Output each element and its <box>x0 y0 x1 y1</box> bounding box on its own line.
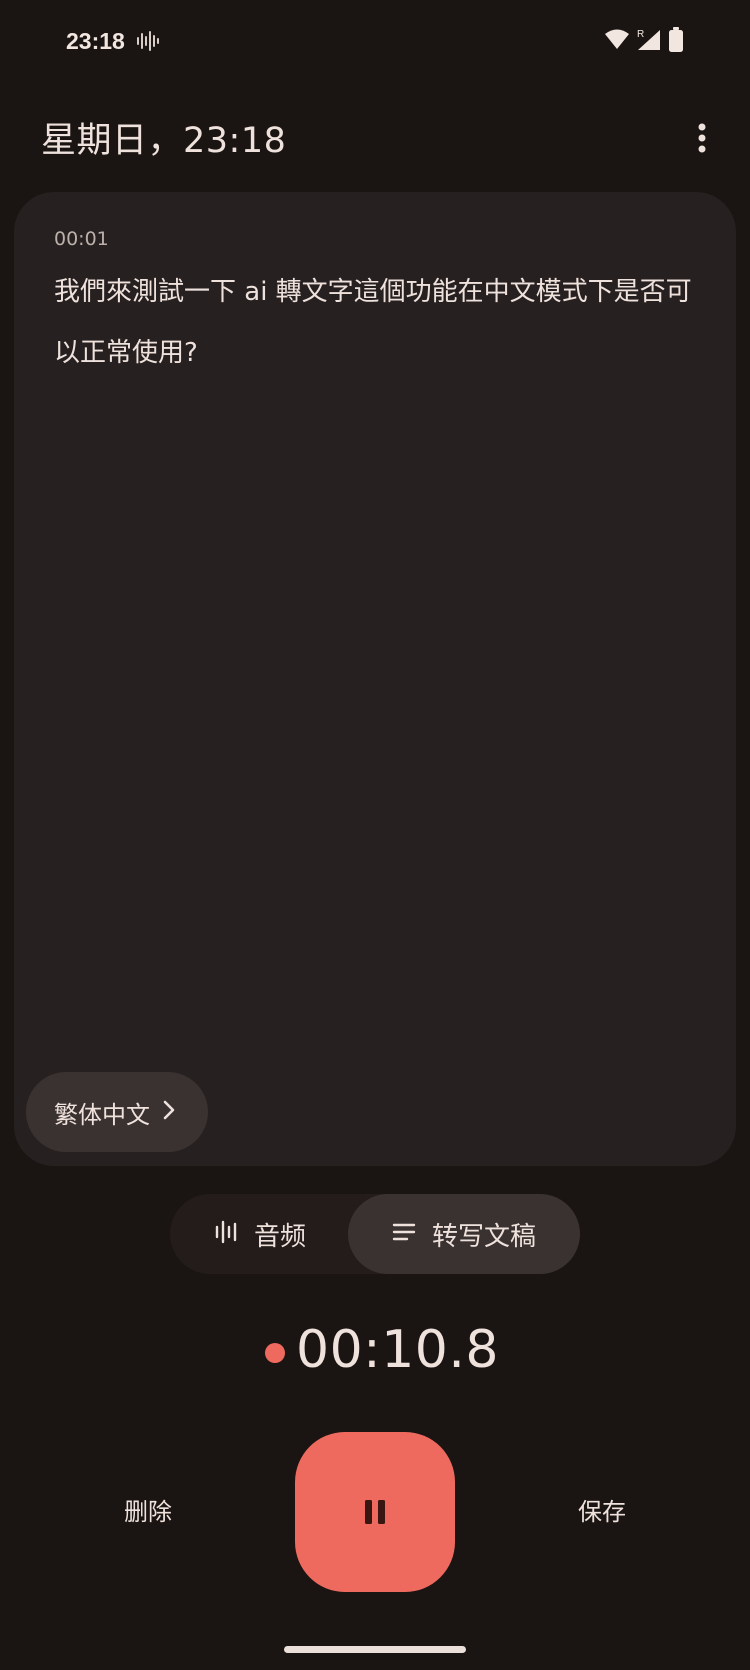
waveform-icon <box>136 30 160 56</box>
pause-icon <box>365 1500 385 1524</box>
save-button[interactable]: 保存 <box>554 1490 650 1534</box>
tab-transcript-label: 转写文稿 <box>431 1221 536 1252</box>
status-bar: 23:18 R <box>0 0 750 86</box>
home-indicator[interactable] <box>284 1646 466 1653</box>
chevron-right-icon <box>162 1099 176 1125</box>
language-chip-label: 繁体中文 <box>54 1100 150 1129</box>
language-chip[interactable]: 繁体中文 <box>26 1072 208 1152</box>
tab-audio[interactable]: 音频 <box>170 1194 350 1274</box>
recording-indicator <box>265 1343 285 1363</box>
tab-transcript[interactable]: 转写文稿 <box>348 1194 580 1274</box>
tab-audio-label: 音频 <box>253 1221 306 1252</box>
wifi-icon <box>604 28 630 54</box>
transcript-text: 我們來測試一下 ai 轉文字這個功能在中文模式下是否可以正常使用? <box>54 277 692 368</box>
more-vert-icon <box>698 123 706 153</box>
transcript-card[interactable]: 00:01 我們來測試一下 ai 轉文字這個功能在中文模式下是否可以正常使用? … <box>14 192 736 1166</box>
page-title: 星期日，23:18 <box>41 121 287 161</box>
view-toggle: 音频 转写文稿 <box>170 1194 580 1274</box>
audio-waveform-icon <box>214 1219 238 1249</box>
signal-icon: R <box>634 28 664 56</box>
status-time: 23:18 <box>66 28 125 54</box>
more-options-button[interactable] <box>682 118 722 158</box>
elapsed-time: 00:10.8 <box>296 1320 499 1380</box>
roaming-marker: R <box>637 29 644 40</box>
pause-button[interactable] <box>295 1432 455 1592</box>
segment-timestamp: 00:01 <box>54 228 109 250</box>
battery-icon <box>668 27 684 57</box>
delete-button[interactable]: 删除 <box>100 1490 196 1534</box>
lines-icon <box>392 1222 416 1246</box>
